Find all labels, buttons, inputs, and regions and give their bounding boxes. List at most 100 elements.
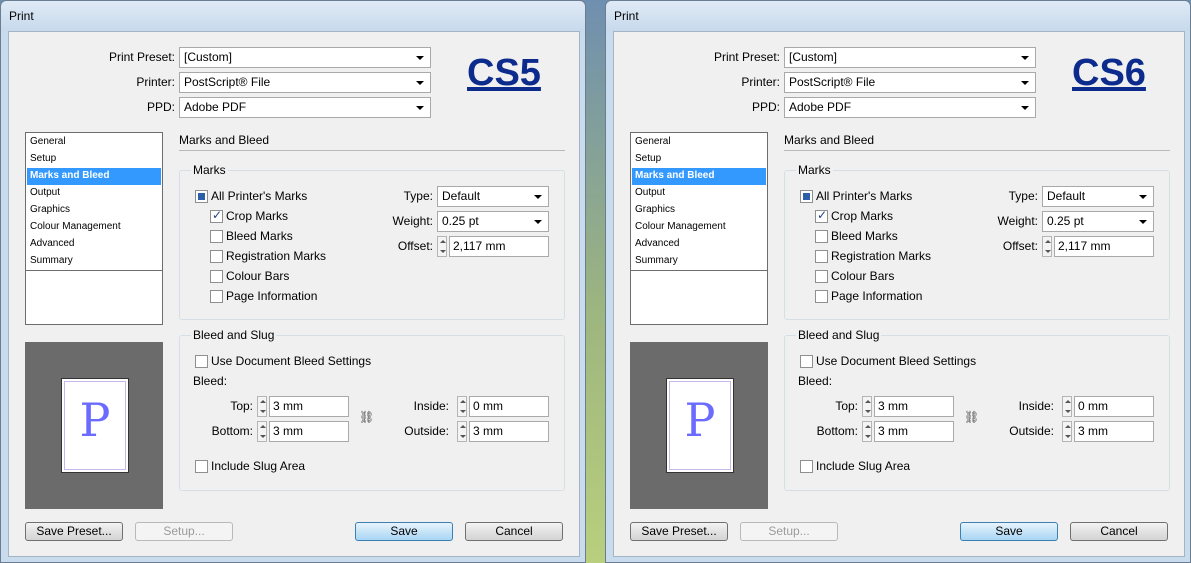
include-slug-label[interactable]: Include Slug Area <box>816 459 910 473</box>
category-item-summary[interactable]: Summary <box>632 253 766 270</box>
category-item-colour-management[interactable]: Colour Management <box>27 219 161 236</box>
colour-bars-checkbox[interactable] <box>210 270 223 283</box>
category-item-advanced[interactable]: Advanced <box>27 236 161 253</box>
use-document-bleed-checkbox[interactable] <box>195 355 208 368</box>
title-bar[interactable]: Print <box>1 1 585 31</box>
use-document-bleed-label[interactable]: Use Document Bleed Settings <box>816 354 976 368</box>
bottom-label: Bottom: <box>816 424 858 438</box>
printer-dropdown[interactable]: PostScript® File <box>784 72 1036 93</box>
print-preset-dropdown[interactable]: [Custom] <box>784 47 1036 68</box>
print-preset-dropdown[interactable]: [Custom] <box>179 47 431 68</box>
ppd-dropdown[interactable]: Adobe PDF <box>179 97 431 118</box>
save-button[interactable]: Save <box>355 522 453 541</box>
category-item-general[interactable]: General <box>632 134 766 151</box>
setup-button[interactable]: Setup... <box>135 522 233 541</box>
inside-input[interactable]: 0 mm <box>469 396 549 417</box>
colour-bars-label[interactable]: Colour Bars <box>831 269 894 283</box>
category-item-summary[interactable]: Summary <box>27 253 161 270</box>
crop-marks-label[interactable]: Crop Marks <box>226 209 288 223</box>
category-item-advanced[interactable]: Advanced <box>632 236 766 253</box>
crop-marks-checkbox[interactable] <box>815 208 828 223</box>
bleed-marks-checkbox[interactable] <box>210 230 223 243</box>
offset-input[interactable]: 2,117 mm <box>449 236 549 257</box>
bleed-marks-checkbox[interactable] <box>815 230 828 243</box>
page-information-checkbox[interactable] <box>815 290 828 303</box>
type-dropdown[interactable]: Default <box>437 186 549 207</box>
all-printers-marks-label[interactable]: All Printer's Marks <box>211 189 307 203</box>
all-printers-marks-checkbox[interactable] <box>195 190 208 203</box>
setup-button[interactable]: Setup... <box>740 522 838 541</box>
bottom-input[interactable]: 3 mm <box>269 421 349 442</box>
outside-input[interactable]: 3 mm <box>1074 421 1154 442</box>
page-information-label[interactable]: Page Information <box>226 289 317 303</box>
chevron-down-icon <box>1021 56 1029 60</box>
colour-bars-label[interactable]: Colour Bars <box>226 269 289 283</box>
chain-link-icon[interactable]: ⛓ <box>359 410 374 424</box>
offset-input[interactable]: 2,117 mm <box>1054 236 1154 257</box>
category-item-colour-management[interactable]: Colour Management <box>632 219 766 236</box>
colour-bars-checkbox[interactable] <box>815 270 828 283</box>
page-information-label[interactable]: Page Information <box>831 289 922 303</box>
category-item-output[interactable]: Output <box>27 185 161 202</box>
crop-marks-checkbox[interactable] <box>210 208 223 223</box>
save-preset-button[interactable]: Save Preset... <box>630 522 728 541</box>
top-spinner[interactable] <box>257 396 267 417</box>
save-button[interactable]: Save <box>960 522 1058 541</box>
section-divider <box>784 150 1170 151</box>
save-preset-button[interactable]: Save Preset... <box>25 522 123 541</box>
inside-input[interactable]: 0 mm <box>1074 396 1154 417</box>
top-input[interactable]: 3 mm <box>269 396 349 417</box>
offset-spinner[interactable] <box>437 236 447 257</box>
category-item-setup[interactable]: Setup <box>27 151 161 168</box>
weight-dropdown[interactable]: 0.25 pt <box>1042 211 1154 232</box>
category-list[interactable]: General Setup Marks and Bleed Output Graphic… <box>630 132 768 325</box>
cancel-button[interactable]: Cancel <box>465 522 563 541</box>
bleed-marks-label[interactable]: Bleed Marks <box>831 229 898 243</box>
inside-value: 0 mm <box>1078 399 1108 413</box>
category-item-graphics[interactable]: Graphics <box>27 202 161 219</box>
bottom-label: Bottom: <box>211 424 253 438</box>
category-item-output[interactable]: Output <box>632 185 766 202</box>
bottom-spinner[interactable] <box>257 421 267 442</box>
ppd-dropdown[interactable]: Adobe PDF <box>784 97 1036 118</box>
inside-spinner[interactable] <box>1062 396 1072 417</box>
category-item-marks-and-bleed[interactable]: Marks and Bleed <box>27 168 161 185</box>
use-document-bleed-label[interactable]: Use Document Bleed Settings <box>211 354 371 368</box>
page-preview: P <box>25 342 163 509</box>
outside-spinner[interactable] <box>1062 421 1072 442</box>
category-item-general[interactable]: General <box>27 134 161 151</box>
category-item-graphics[interactable]: Graphics <box>632 202 766 219</box>
registration-marks-checkbox[interactable] <box>815 250 828 263</box>
chain-link-icon[interactable]: ⛓ <box>964 410 979 424</box>
weight-dropdown[interactable]: 0.25 pt <box>437 211 549 232</box>
include-slug-label[interactable]: Include Slug Area <box>211 459 305 473</box>
registration-marks-checkbox[interactable] <box>210 250 223 263</box>
bottom-spinner[interactable] <box>862 421 872 442</box>
category-list[interactable]: General Setup Marks and Bleed Output Graphic… <box>25 132 163 325</box>
use-document-bleed-checkbox[interactable] <box>800 355 813 368</box>
preview-letter: P <box>79 393 111 447</box>
category-item-setup[interactable]: Setup <box>632 151 766 168</box>
registration-marks-label[interactable]: Registration Marks <box>831 249 931 263</box>
include-slug-checkbox[interactable] <box>800 460 813 473</box>
type-dropdown[interactable]: Default <box>1042 186 1154 207</box>
outside-spinner[interactable] <box>457 421 467 442</box>
category-item-marks-and-bleed[interactable]: Marks and Bleed <box>632 168 766 185</box>
all-printers-marks-checkbox[interactable] <box>800 190 813 203</box>
cancel-button[interactable]: Cancel <box>1070 522 1168 541</box>
crop-marks-label[interactable]: Crop Marks <box>831 209 893 223</box>
printer-dropdown[interactable]: PostScript® File <box>179 72 431 93</box>
top-input[interactable]: 3 mm <box>874 396 954 417</box>
registration-marks-label[interactable]: Registration Marks <box>226 249 326 263</box>
inside-spinner[interactable] <box>457 396 467 417</box>
offset-spinner[interactable] <box>1042 236 1052 257</box>
bottom-input[interactable]: 3 mm <box>874 421 954 442</box>
page-information-checkbox[interactable] <box>210 290 223 303</box>
bleed-marks-label[interactable]: Bleed Marks <box>226 229 293 243</box>
all-printers-marks-label[interactable]: All Printer's Marks <box>816 189 912 203</box>
outside-input[interactable]: 3 mm <box>469 421 549 442</box>
top-spinner[interactable] <box>862 396 872 417</box>
top-label: Top: <box>835 399 858 413</box>
include-slug-checkbox[interactable] <box>195 460 208 473</box>
title-bar[interactable]: Print <box>606 1 1190 31</box>
